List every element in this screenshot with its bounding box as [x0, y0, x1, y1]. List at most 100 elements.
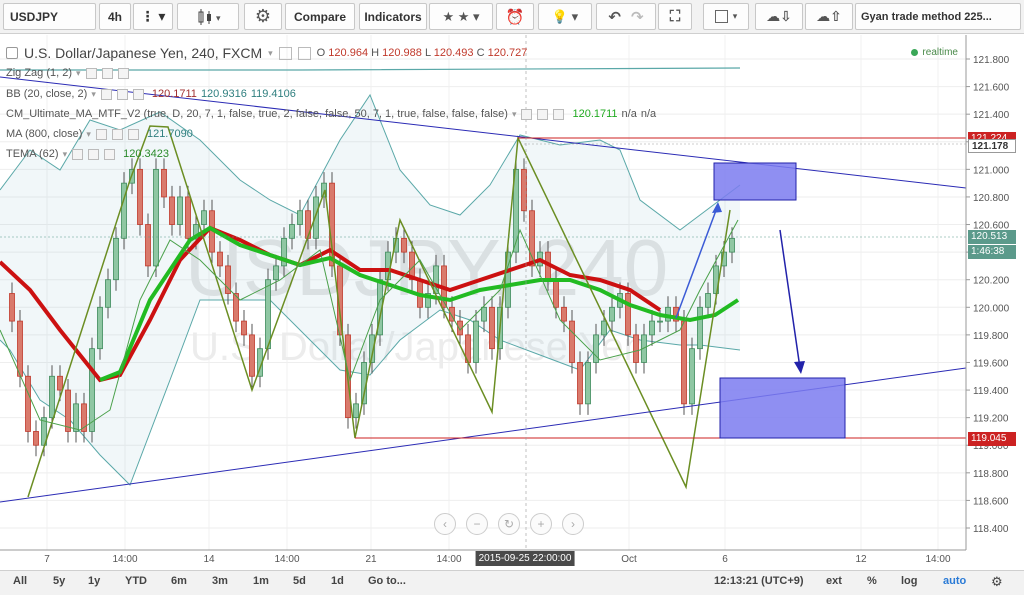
hide-icon[interactable]	[101, 67, 113, 79]
close-icon[interactable]	[132, 88, 144, 100]
save-layout-button[interactable]: ☁⇧	[805, 3, 853, 30]
collapse-legend-icon[interactable]	[6, 47, 18, 59]
range-5d[interactable]: 5d	[293, 575, 306, 587]
chevron-down-icon[interactable]: ▾	[63, 149, 68, 160]
reset-icon: ↻	[503, 517, 515, 531]
indicator-legend-tema[interactable]: TEMA (62) ▾ 120.3423	[6, 148, 169, 160]
tema-value: 120.3423	[123, 148, 169, 160]
scroll-left-button[interactable]: ‹	[434, 513, 456, 535]
candle-body	[625, 293, 631, 336]
symbol-search[interactable]: USDJPY	[3, 3, 96, 30]
settings-icon[interactable]	[72, 148, 84, 160]
indicators-button[interactable]: Indicators	[359, 3, 427, 30]
time-label: 14:00	[436, 554, 462, 565]
settings-button[interactable]: ⚙	[244, 3, 282, 30]
chevron-down-icon[interactable]: ▾	[268, 48, 273, 59]
price-tick-label: 121.800	[973, 55, 1010, 66]
range-ytd[interactable]: YTD	[125, 575, 147, 587]
close-icon[interactable]	[117, 67, 129, 79]
top-toolbar: USDJPY 4h ⋮ ▾ ▾ ⚙ Compare Indicators ★ ★…	[0, 0, 1024, 34]
candle-body	[57, 375, 63, 391]
settings-icon[interactable]	[521, 108, 533, 120]
close-icon[interactable]	[127, 128, 139, 140]
goto-button[interactable]: Go to...	[368, 575, 406, 587]
series-hide-icon[interactable]	[297, 46, 311, 60]
indicator-legend-ma[interactable]: MA (800, close) ▾ 121.7090	[6, 128, 193, 140]
chevron-down-icon[interactable]: ▾	[512, 109, 517, 120]
load-layout-button[interactable]: ☁⇩	[755, 3, 803, 30]
lightbulb-icon: 💡 ▾	[551, 8, 579, 24]
open-value: 120.964	[328, 47, 369, 59]
target-box-upper	[713, 162, 797, 201]
log-toggle[interactable]: log	[901, 575, 918, 587]
candle-body	[489, 306, 495, 350]
candle-body	[73, 403, 79, 432]
close-icon[interactable]	[553, 108, 565, 120]
percent-toggle[interactable]: %	[867, 575, 877, 587]
indicator-name: Zig Zag (1, 2)	[6, 67, 73, 79]
settings-icon[interactable]	[100, 88, 112, 100]
high-label: H	[371, 47, 380, 59]
close-icon[interactable]	[104, 148, 116, 160]
zoom-in-button[interactable]: +	[530, 513, 552, 535]
candle-body	[105, 279, 111, 308]
hide-icon[interactable]	[111, 128, 123, 140]
layout-name-button[interactable]: Gyan trade method 225...	[855, 3, 1021, 30]
settings-icon[interactable]	[95, 128, 107, 140]
price-tag-high2: 121.178	[968, 139, 1016, 153]
range-all[interactable]: All	[13, 575, 27, 587]
ext-toggle[interactable]: ext	[826, 575, 842, 587]
chart-style-button[interactable]: ▾	[177, 3, 239, 30]
series-settings-icon[interactable]	[278, 46, 292, 60]
settings-icon[interactable]	[85, 67, 97, 79]
cm-ma-value: 120.1711	[572, 108, 618, 120]
price-tag-last: 120.513	[968, 230, 1016, 244]
alert-button[interactable]: ⏰	[496, 3, 534, 30]
price-tick-label: 118.800	[973, 469, 1009, 480]
compare-button[interactable]: Compare	[285, 3, 355, 30]
bottom-toolbar: All 5y 1y YTD 6m 3m 1m 5d 1d Go to... 12…	[0, 570, 1024, 595]
hide-icon[interactable]	[88, 148, 100, 160]
time-label: 14	[203, 554, 215, 565]
chevron-down-icon[interactable]: ▾	[76, 68, 81, 79]
candle-body	[585, 362, 591, 405]
undo-icon[interactable]: ↶	[608, 8, 621, 26]
cloud-download-icon: ☁⇩	[766, 8, 792, 24]
range-5y[interactable]: 5y	[53, 575, 65, 587]
undo-redo-group[interactable]: ↶ ↷	[596, 3, 656, 30]
hide-icon[interactable]	[537, 108, 549, 120]
favorites-button[interactable]: ★ ★ ▾	[429, 3, 493, 30]
candle-body	[481, 306, 487, 322]
candlestick-icon: ▾	[198, 8, 221, 25]
clock-label[interactable]: 12:13:21 (UTC+9)	[714, 575, 804, 587]
candle-body	[153, 168, 159, 267]
snapshot-button[interactable]: ▾	[703, 3, 749, 30]
idea-button[interactable]: 💡 ▾	[538, 3, 592, 30]
candle-body	[561, 306, 567, 322]
price-tick-label: 121.600	[973, 83, 1010, 94]
range-1m[interactable]: 1m	[253, 575, 269, 587]
chevron-down-icon[interactable]: ▾	[86, 129, 91, 140]
range-1y[interactable]: 1y	[88, 575, 100, 587]
fullscreen-button[interactable]: ⛶	[658, 3, 692, 30]
scroll-right-button[interactable]: ›	[562, 513, 584, 535]
indicator-legend-zigzag[interactable]: Zig Zag (1, 2) ▾	[6, 67, 129, 79]
auto-toggle[interactable]: auto	[943, 575, 966, 587]
cm-ma2-value: n/a	[621, 108, 637, 120]
hide-icon[interactable]	[116, 88, 128, 100]
interval-selector[interactable]: 4h	[99, 3, 131, 30]
time-label: 14:00	[112, 554, 138, 565]
candle-body	[433, 265, 439, 294]
candle-body	[25, 375, 31, 432]
range-1d[interactable]: 1d	[331, 575, 344, 587]
indicator-legend-cm[interactable]: CM_Ultimate_MA_MTF_V2 (true, D, 20, 7, 1…	[6, 108, 656, 120]
chevron-down-icon[interactable]: ▾	[91, 89, 96, 100]
range-3m[interactable]: 3m	[212, 575, 228, 587]
gear-icon[interactable]: ⚙	[991, 574, 1003, 590]
interval-menu-button[interactable]: ⋮ ▾	[133, 3, 173, 30]
reset-button[interactable]: ↻	[498, 513, 520, 535]
redo-icon[interactable]: ↷	[631, 8, 644, 26]
zoom-out-button[interactable]: −	[466, 513, 488, 535]
range-6m[interactable]: 6m	[171, 575, 187, 587]
indicator-legend-bb[interactable]: BB (20, close, 2) ▾ 120.1711 120.9316 11…	[6, 88, 296, 100]
